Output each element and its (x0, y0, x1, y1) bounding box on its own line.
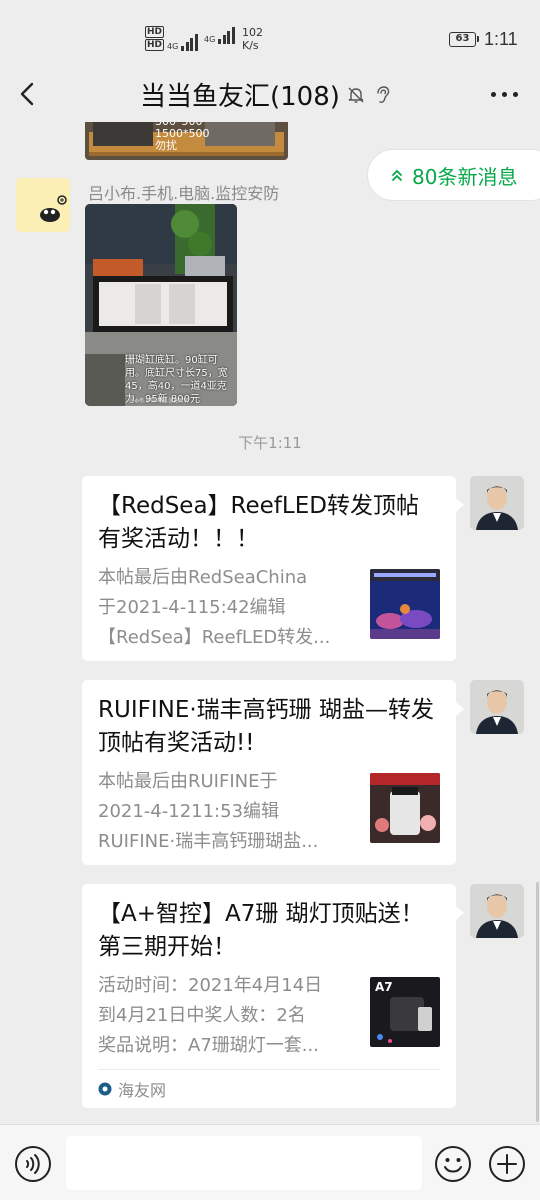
emoji-icon[interactable] (434, 1145, 472, 1183)
card-title: RUIFINE·瑞丰高钙珊 瑚盐—转发顶帖有奖活动!! (98, 697, 434, 756)
chat-input-bar (0, 1124, 540, 1200)
person-avatar-icon (470, 884, 524, 938)
message-timestamp: 下午1:11 (238, 434, 302, 452)
speed-value: 102 (242, 26, 263, 39)
card-thumbnail (370, 773, 440, 843)
sim2-signal: 4G (204, 26, 235, 44)
status-time: 1:11 (484, 29, 518, 49)
salt-jar-thumbnail (370, 773, 440, 843)
thumbnail-label: A7 (375, 980, 393, 994)
chat-title: 当当鱼友汇(108) (140, 82, 340, 112)
sim2-network-type: 4G (204, 35, 216, 44)
sim1-hd-badge: HD (145, 26, 165, 38)
chat-title-group: 当当鱼友汇(108) (140, 76, 392, 113)
card-desc-line: 本帖最后由RUIFINE于 (98, 771, 278, 792)
ear-icon (377, 85, 390, 103)
card-desc-line: 本帖最后由RedSeaChina (98, 567, 308, 588)
avatar[interactable] (16, 178, 70, 232)
card-title: 【A+智控】A7珊 瑚灯顶贴送！第三期开始！ (98, 901, 424, 960)
new-messages-label: 80条新消息 (412, 164, 518, 189)
scrollbar[interactable] (536, 882, 539, 1122)
card-desc-line: RUIFINE·瑞丰高钙珊瑚盐... (98, 831, 319, 852)
speed-unit: K/s (242, 39, 259, 52)
person-avatar-icon (470, 476, 524, 530)
card-desc-line: 2021-4-1211:53编辑 (98, 801, 280, 822)
card-title: 【RedSea】ReefLED转发顶帖有奖活动！！！ (98, 493, 419, 552)
link-card[interactable]: 【A+智控】A7珊 瑚灯顶贴送！第三期开始！ 活动时间：2021年4月14日 到… (82, 884, 464, 1108)
card-desc-line: 【RedSea】ReefLED转发... (98, 627, 331, 648)
card-source: 海友网 (98, 1069, 440, 1107)
card-description: 本帖最后由RedSeaChina 于2021-4-115:42编辑 【RedSe… (98, 563, 362, 653)
avatar[interactable] (470, 884, 524, 938)
sim1-hd-badge-2: HD (145, 39, 165, 51)
battery-icon: 63 (449, 32, 479, 47)
source-logo-icon (98, 1082, 112, 1095)
card-desc-line: 活动时间：2021年4月14日 (98, 975, 323, 996)
avatar[interactable] (470, 476, 524, 530)
sender-name: 吕小布.手机.电脑.监控安防 (88, 184, 280, 203)
sim1-signal: HD HD 4G (145, 26, 198, 51)
bell-off-icon (348, 87, 364, 103)
new-messages-pill[interactable]: 80条新消息 (367, 149, 540, 201)
link-card[interactable]: RUIFINE·瑞丰高钙珊 瑚盐—转发顶帖有奖活动!! 本帖最后由RUIFINE… (82, 680, 464, 865)
card-description: 活动时间：2021年4月14日 到4月21日中奖人数：2名 奖品说明：A7珊瑚灯… (98, 971, 362, 1061)
signal-bars-icon (181, 33, 198, 51)
plus-icon[interactable] (488, 1145, 526, 1183)
double-chevron-up-icon (392, 169, 402, 181)
card-thumbnail (370, 569, 440, 639)
card-desc-line: 于2021-4-115:42编辑 (98, 597, 286, 618)
chevron-left-icon[interactable] (14, 80, 42, 108)
avatar[interactable] (470, 680, 524, 734)
chat-message-list[interactable]: 300*500 1500*500 勿扰 80条新消息 吕小布.手机.电脑.监控安… (0, 122, 540, 1124)
image-caption-previous: 300*500 1500*500 勿扰 (155, 122, 210, 152)
message-input[interactable] (66, 1136, 422, 1190)
reef-tank-thumbnail (370, 569, 440, 639)
status-bar: HD HD 4G 4G 102 K/s 63 1:11 (0, 0, 540, 66)
cat-avatar-icon (16, 178, 70, 232)
card-desc-line: 到4月21日中奖人数：2名 (98, 1005, 306, 1026)
voice-icon[interactable] (14, 1145, 52, 1183)
image-message[interactable]: 珊瑚缸底缸。90缸可用。底缸尺寸长75，宽45，高40，一道4亚克力。95新 8… (85, 204, 237, 406)
card-source-name: 海友网 (118, 1080, 167, 1100)
image-message-previous[interactable]: 300*500 1500*500 勿扰 (85, 122, 288, 160)
more-dots-icon[interactable] (491, 92, 518, 97)
image-watermark: 吕小布.手机.电脑.监控安防 (129, 398, 189, 404)
card-thumbnail: A7 (370, 977, 440, 1047)
link-card[interactable]: 【RedSea】ReefLED转发顶帖有奖活动！！！ 本帖最后由RedSeaCh… (82, 476, 464, 661)
chat-header: 当当鱼友汇(108) (0, 66, 540, 122)
card-description: 本帖最后由RUIFINE于 2021-4-1211:53编辑 RUIFINE·瑞… (98, 767, 362, 857)
network-speed: 102 K/s (242, 26, 263, 52)
signal-bars-icon (218, 26, 235, 44)
person-avatar-icon (470, 680, 524, 734)
card-desc-line: 奖品说明：A7珊瑚灯一套... (98, 1035, 319, 1056)
sim1-network-type: 4G (167, 42, 179, 51)
